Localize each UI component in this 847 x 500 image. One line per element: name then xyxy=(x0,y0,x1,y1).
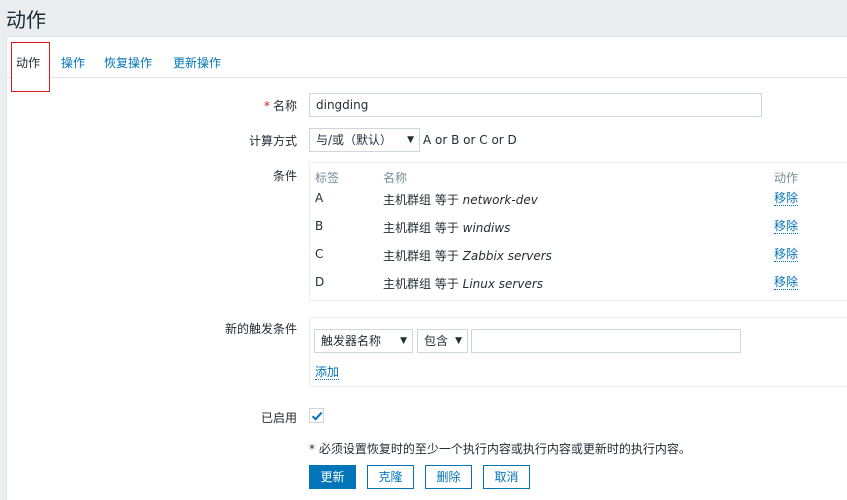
conditions-label: 条件 xyxy=(272,169,297,183)
tab-recovery-operations[interactable]: 恢复操作 xyxy=(104,54,152,71)
name-label-text: 名称 xyxy=(272,99,297,113)
tab-update-operations[interactable]: 更新操作 xyxy=(173,54,221,71)
update-button[interactable]: 更新 xyxy=(309,465,356,489)
tab-bar: 动作 操作 恢复操作 更新操作 xyxy=(7,37,847,92)
new-condition-box: 触发器名称 ▼ 包含 ▼ 添加 xyxy=(309,317,847,387)
action-form-panel: 动作 操作 恢复操作 更新操作 * 名称 dingding 计算方式 与/或（默认… xyxy=(6,36,847,500)
tab-operations[interactable]: 操作 xyxy=(61,54,85,71)
dropdown-arrow-icon: ▼ xyxy=(400,336,407,346)
add-condition-link[interactable]: 添加 xyxy=(315,365,340,380)
condition-prefix: 主机群组 等于 xyxy=(383,193,463,207)
dropdown-arrow-icon: ▼ xyxy=(407,135,414,145)
required-mark: * xyxy=(263,99,270,113)
conditions-table: 标签 名称 动作 A 主机群组 等于 network-dev 移除 B 主机群组… xyxy=(309,162,847,301)
conditions-header-action: 动作 xyxy=(774,171,799,185)
condition-remove-link[interactable]: 移除 xyxy=(774,275,799,290)
condition-value-input[interactable] xyxy=(471,329,741,353)
condition-type-select[interactable]: 触发器名称 ▼ xyxy=(314,329,413,353)
condition-text: 主机群组 等于 Linux servers xyxy=(383,275,543,292)
conditions-header-name: 名称 xyxy=(383,171,408,185)
condition-text: 主机群组 等于 Zabbix servers xyxy=(383,247,552,264)
new-condition-label: 新的触发条件 xyxy=(224,322,297,336)
condition-operator-select[interactable]: 包含 ▼ xyxy=(417,329,468,353)
name-label: * 名称 xyxy=(7,97,297,114)
condition-text: 主机群组 等于 network-dev xyxy=(383,191,538,208)
enabled-label: 已启用 xyxy=(260,411,297,425)
condition-text: 主机群组 等于 windiws xyxy=(383,219,510,236)
condition-tag: C xyxy=(315,247,324,261)
calc-select-value: 与/或（默认） xyxy=(316,133,393,147)
condition-remove-link[interactable]: 移除 xyxy=(774,219,799,234)
condition-value: Linux servers xyxy=(462,277,544,291)
condition-prefix: 主机群组 等于 xyxy=(383,277,463,291)
enabled-checkbox[interactable] xyxy=(309,408,324,423)
name-input[interactable]: dingding xyxy=(309,93,762,117)
condition-value: windiws xyxy=(462,221,511,235)
condition-remove-link[interactable]: 移除 xyxy=(774,247,799,262)
calc-select[interactable]: 与/或（默认） ▼ xyxy=(309,128,420,152)
delete-button[interactable]: 删除 xyxy=(425,465,472,489)
condition-tag: B xyxy=(315,219,324,233)
clone-button[interactable]: 克隆 xyxy=(367,465,414,489)
condition-type-value: 触发器名称 xyxy=(321,334,382,348)
condition-remove-link[interactable]: 移除 xyxy=(774,191,799,206)
condition-value: network-dev xyxy=(462,193,538,207)
condition-value: Zabbix servers xyxy=(462,249,552,263)
required-note: * 必须设置恢复时的至少一个执行内容或执行内容或更新时的执行内容。 xyxy=(309,442,691,456)
condition-tag: D xyxy=(315,275,325,289)
tab-action[interactable]: 动作 xyxy=(16,54,40,71)
calc-label: 计算方式 xyxy=(248,134,297,148)
condition-tag: A xyxy=(315,191,324,205)
condition-operator-value: 包含 xyxy=(424,334,449,348)
conditions-header-tag: 标签 xyxy=(315,171,340,185)
cancel-button[interactable]: 取消 xyxy=(483,465,530,489)
page-title: 动作 xyxy=(6,8,46,32)
calc-formula: A or B or C or D xyxy=(423,133,517,147)
dropdown-arrow-icon: ▼ xyxy=(455,336,462,346)
condition-prefix: 主机群组 等于 xyxy=(383,249,463,263)
checkmark-icon xyxy=(311,411,323,421)
condition-prefix: 主机群组 等于 xyxy=(383,221,463,235)
